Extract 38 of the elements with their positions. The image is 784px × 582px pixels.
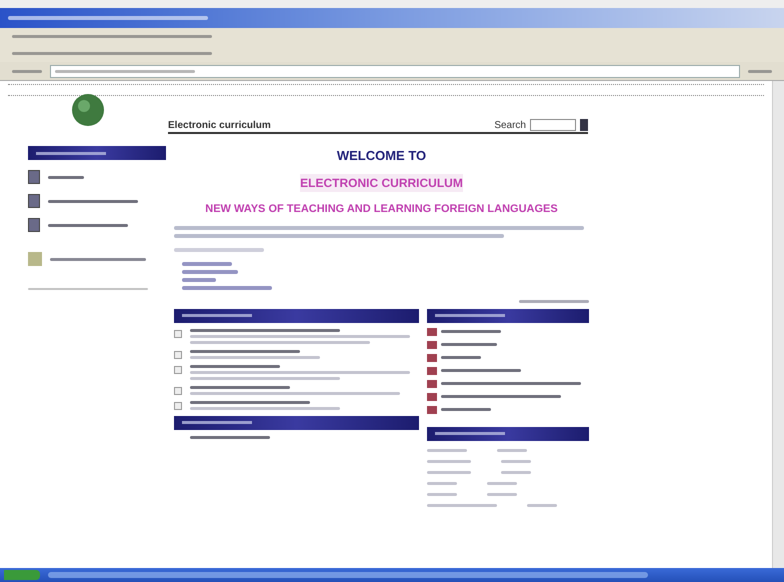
site-title: Electronic curriculum: [168, 118, 271, 132]
blurred-text-line: [441, 356, 481, 359]
search-field[interactable]: [530, 119, 576, 131]
blurred-text-line: [519, 300, 589, 302]
search-label: Search: [494, 118, 526, 132]
menu-icon: [28, 218, 40, 232]
blurred-text-line: [501, 460, 531, 462]
search-button[interactable]: [580, 119, 588, 131]
blurred-text-line: [427, 448, 467, 452]
blurred-text-line: [427, 470, 471, 474]
blurred-text-line: [441, 343, 497, 346]
address-field[interactable]: [50, 64, 740, 78]
menu-icon: [28, 252, 42, 266]
blurred-text-line: [487, 492, 517, 496]
scrollbar[interactable]: [772, 81, 784, 568]
blurred-text-line: [12, 70, 42, 72]
start-button[interactable]: [4, 570, 40, 580]
blurred-text-line: [182, 262, 232, 266]
blurred-text-line: [182, 270, 238, 274]
blurred-text-line: [497, 448, 527, 452]
blurred-text-line: [427, 482, 457, 484]
menu-icon: [28, 194, 40, 208]
welcome-heading: WELCOME TO: [336, 147, 426, 165]
welcome-subheading: ELECTRONIC CURRICULUM: [300, 174, 463, 192]
blurred-text-line: [48, 176, 84, 178]
menu-icon: [28, 170, 40, 184]
welcome-tagline: NEW WAYS OF TEACHING AND LEARNING FOREIGN LANGUAGES: [204, 202, 559, 216]
blurred-text-line: [441, 408, 491, 411]
list-item-icon: [174, 330, 182, 338]
blurred-text-line: [427, 460, 471, 462]
blurred-text-line: [501, 470, 531, 474]
blurred-text-line: [441, 330, 501, 333]
blurred-text-line: [427, 492, 457, 496]
blurred-text-line: [427, 504, 497, 506]
blurred-text-line: [527, 504, 557, 506]
blurred-text-line: [487, 482, 517, 484]
blurred-text-line: [182, 278, 216, 282]
blurred-text-line: [748, 70, 772, 72]
